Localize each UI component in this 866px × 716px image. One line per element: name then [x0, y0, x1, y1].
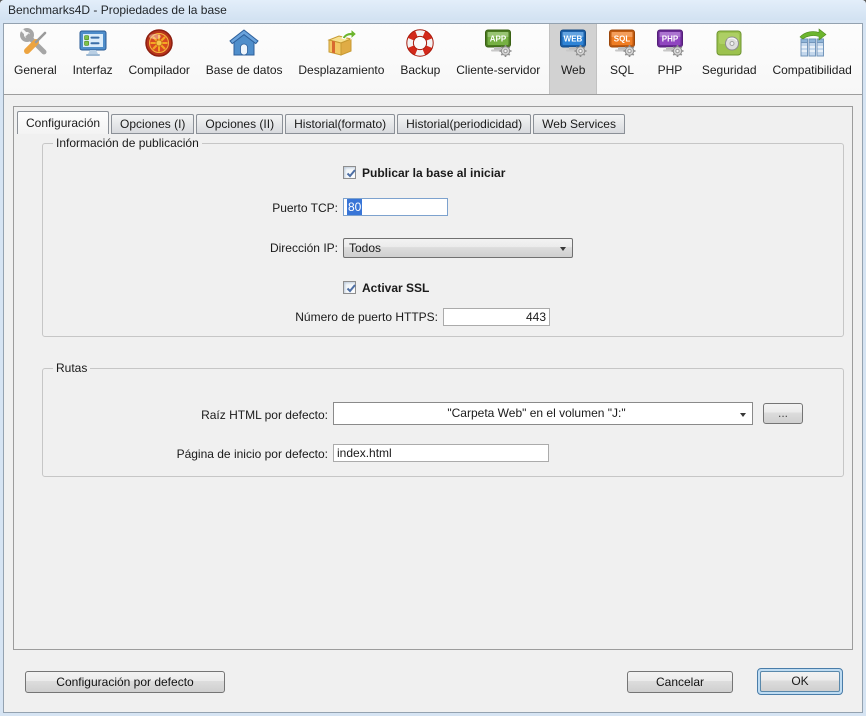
compatibility-binders-icon — [796, 27, 828, 59]
toolbar-item-desplazamiento[interactable]: Desplazamiento — [291, 21, 391, 94]
title-bar[interactable]: Benchmarks4D - Propiedades de la base — [0, 0, 866, 20]
settings-toolbar: General Interfaz — [4, 21, 862, 95]
toolbar-item-label: Backup — [400, 63, 440, 77]
toolbar-item-compatibilidad[interactable]: Compatibilidad — [765, 21, 858, 94]
toolbar-item-general[interactable]: General — [7, 21, 64, 94]
toolbar-item-interfaz[interactable]: Interfaz — [66, 21, 120, 94]
sql-monitor-icon: SQL — [606, 27, 638, 59]
publication-group-title: Información de publicación — [53, 136, 202, 150]
toolbar-item-php[interactable]: PHP PHP — [647, 21, 693, 94]
ssl-checkbox[interactable] — [343, 281, 356, 294]
tcp-port-label: Puerto TCP: — [138, 201, 338, 215]
toolbar-item-web[interactable]: WEB Web — [549, 21, 597, 94]
app-server-monitor-icon: APP — [482, 27, 514, 59]
toolbar-item-label: Compatibilidad — [772, 63, 851, 77]
security-safe-icon — [713, 27, 745, 59]
tools-icon — [19, 27, 51, 59]
publish-checkbox[interactable] — [343, 166, 356, 179]
ok-button-face: OK — [760, 671, 840, 692]
web-monitor-icon: WEB — [557, 27, 589, 59]
tab-strip: Configuración Opciones (I) Opciones (II)… — [17, 111, 627, 134]
browse-html-root-button[interactable]: ... — [763, 403, 803, 424]
tab-opciones-2[interactable]: Opciones (II) — [196, 114, 283, 134]
toolbar-item-cliente-servidor[interactable]: APP Cliente-servidor — [449, 21, 547, 94]
ip-address-value: Todos — [349, 241, 381, 255]
html-root-value: "Carpeta Web" en el volumen "J:" — [447, 406, 625, 420]
moving-box-icon — [325, 27, 357, 59]
window-title: Benchmarks4D - Propiedades de la base — [8, 3, 227, 17]
toolbar-item-sql[interactable]: SQL SQL — [599, 21, 645, 94]
default-config-button[interactable]: Configuración por defecto — [25, 671, 225, 693]
interface-monitor-icon — [77, 27, 109, 59]
tab-web-services[interactable]: Web Services — [533, 114, 625, 134]
ok-button[interactable]: OK — [757, 668, 843, 695]
tcp-port-input[interactable]: 80 — [343, 198, 448, 216]
tab-opciones-1[interactable]: Opciones (I) — [111, 114, 194, 134]
monitor-screen-text: SQL — [614, 35, 631, 44]
monitor-screen-text: PHP — [662, 35, 679, 44]
monitor-screen-text: APP — [490, 35, 507, 44]
toolbar-item-seguridad[interactable]: Seguridad — [695, 21, 764, 94]
paths-group-title: Rutas — [53, 361, 90, 375]
https-port-label: Número de puerto HTTPS: — [238, 310, 438, 324]
chevron-down-icon — [560, 247, 566, 251]
toolbar-item-label: PHP — [658, 63, 683, 77]
toolbar-item-label: Compilador — [129, 63, 190, 77]
toolbar-item-label: Seguridad — [702, 63, 757, 77]
chevron-down-icon — [740, 413, 746, 417]
html-root-dropdown[interactable]: "Carpeta Web" en el volumen "J:" — [333, 402, 753, 425]
tab-historial-formato[interactable]: Historial(formato) — [285, 114, 395, 134]
html-root-label: Raíz HTML por defecto: — [128, 408, 328, 422]
cancel-button[interactable]: Cancelar — [627, 671, 733, 693]
toolbar-item-label: Interfaz — [73, 63, 113, 77]
toolbar-item-label: Web — [561, 63, 585, 77]
php-monitor-icon: PHP — [654, 27, 686, 59]
lifebuoy-icon — [404, 27, 436, 59]
toolbar-item-label: SQL — [610, 63, 634, 77]
ssl-checkbox-label: Activar SSL — [362, 281, 429, 295]
tab-configuracion[interactable]: Configuración — [17, 111, 109, 134]
toolbar-item-label: Desplazamiento — [298, 63, 384, 77]
toolbar-item-compilador[interactable]: Compilador — [122, 21, 197, 94]
home-page-input[interactable]: index.html — [333, 444, 549, 462]
toolbar-item-label: General — [14, 63, 57, 77]
ip-address-label: Dirección IP: — [138, 241, 338, 255]
https-port-input[interactable]: 443 — [443, 308, 550, 326]
compiler-wheel-icon — [143, 27, 175, 59]
home-page-label: Página de inicio por defecto: — [128, 447, 328, 461]
tcp-port-value: 80 — [347, 199, 362, 215]
toolbar-item-label: Base de datos — [206, 63, 283, 77]
tab-historial-periodicidad[interactable]: Historial(periodicidad) — [397, 114, 531, 134]
monitor-screen-text: WEB — [564, 35, 583, 44]
toolbar-item-label: Cliente-servidor — [456, 63, 540, 77]
ip-address-dropdown[interactable]: Todos — [343, 238, 573, 258]
properties-dialog: Benchmarks4D - Propiedades de la base Ge… — [0, 0, 866, 716]
database-home-icon — [228, 27, 260, 59]
toolbar-item-backup[interactable]: Backup — [393, 21, 447, 94]
toolbar-item-base-de-datos[interactable]: Base de datos — [199, 21, 290, 94]
publish-checkbox-label: Publicar la base al iniciar — [362, 166, 505, 180]
